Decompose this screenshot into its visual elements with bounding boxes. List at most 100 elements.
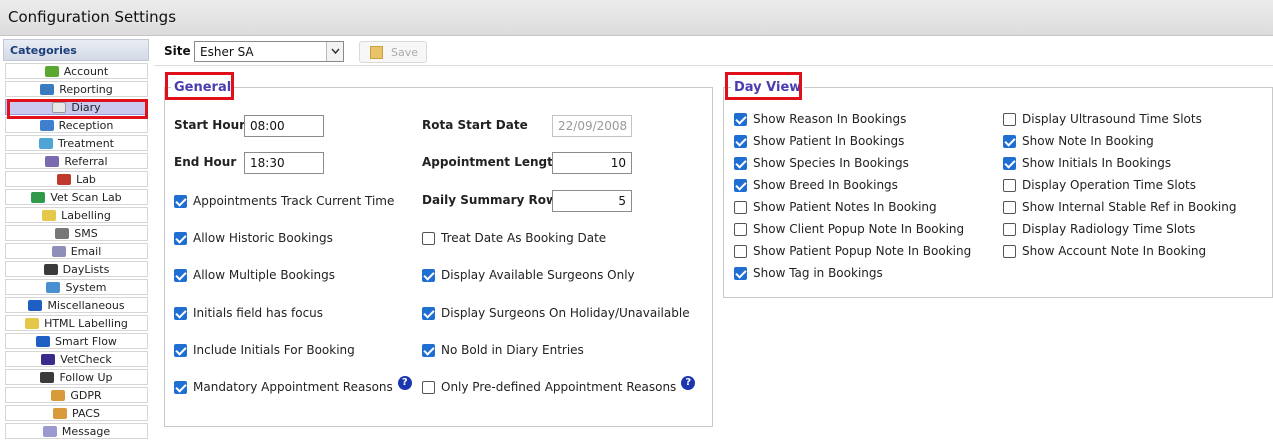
checkbox[interactable] (1003, 222, 1016, 236)
checkbox[interactable] (1003, 134, 1016, 148)
pacs-icon (53, 407, 68, 419)
vetscan-icon (31, 191, 46, 203)
category-item[interactable]: Labelling (5, 207, 148, 223)
category-item[interactable]: Account (5, 63, 148, 79)
checkbox[interactable] (422, 268, 435, 282)
checkbox-option[interactable]: Show Account Note In Booking (1003, 244, 1206, 258)
checkbox-option[interactable]: Show Breed In Bookings (734, 178, 898, 192)
checkbox-label: Include Initials For Booking (193, 343, 355, 357)
checkbox[interactable] (734, 266, 747, 280)
checkbox[interactable] (174, 194, 187, 208)
category-item[interactable]: PACS (5, 405, 148, 421)
site-select-value: Esher SA (200, 45, 254, 59)
checkbox-option[interactable]: Display Radiology Time Slots (1003, 222, 1195, 236)
checkbox-option[interactable]: Show Internal Stable Ref in Booking (1003, 200, 1236, 214)
category-item[interactable]: GDPR (5, 387, 148, 403)
checkbox[interactable] (1003, 156, 1016, 170)
help-icon[interactable]: ? (681, 376, 696, 390)
start-hour-input[interactable]: 08:00 (244, 115, 324, 137)
checkbox-option[interactable]: Mandatory Appointment Reasons? (174, 376, 412, 394)
category-item[interactable]: SMS (5, 225, 148, 241)
checkbox-option[interactable]: Only Pre-defined Appointment Reasons? (422, 376, 696, 394)
checkbox[interactable] (734, 134, 747, 148)
category-item[interactable]: Miscellaneous (5, 297, 148, 313)
category-label: GDPR (70, 388, 102, 402)
checkbox-label: Show Patient In Bookings (753, 134, 905, 148)
checkbox-option[interactable]: Allow Multiple Bookings (174, 268, 335, 282)
checkbox-label: Treat Date As Booking Date (441, 231, 607, 245)
checkbox[interactable] (174, 343, 187, 357)
category-item[interactable]: VetCheck (5, 351, 148, 367)
site-select[interactable]: Esher SA (194, 41, 344, 62)
category-item[interactable]: Referral (5, 153, 148, 169)
category-item[interactable]: System (5, 279, 148, 295)
category-item[interactable]: Smart Flow (5, 333, 148, 349)
checkbox[interactable] (422, 380, 435, 394)
checkbox-option[interactable]: Show Note In Booking (1003, 134, 1154, 148)
checkbox-option[interactable]: Show Initials In Bookings (1003, 156, 1171, 170)
checkbox-option[interactable]: Show Patient Popup Note In Booking (734, 244, 971, 258)
checkbox-option[interactable]: Include Initials For Booking (174, 343, 355, 357)
daily-summary-row-input[interactable]: 5 (552, 190, 632, 212)
checkbox-option[interactable]: Show Reason In Bookings (734, 112, 906, 126)
checkbox[interactable] (1003, 200, 1016, 214)
checkbox-option[interactable]: Show Tag in Bookings (734, 266, 883, 280)
system-icon (46, 281, 61, 293)
checkbox-label: Allow Historic Bookings (193, 231, 333, 245)
save-button[interactable]: Save (359, 41, 427, 63)
checkbox-option[interactable]: Treat Date As Booking Date (422, 231, 606, 245)
checkbox[interactable] (734, 156, 747, 170)
appointment-length-input[interactable]: 10 (552, 152, 632, 174)
checkbox-option[interactable]: Show Species In Bookings (734, 156, 909, 170)
checkbox-option[interactable]: Appointments Track Current Time (174, 194, 394, 208)
category-label: DayLists (62, 262, 110, 276)
checkbox[interactable] (1003, 244, 1016, 258)
category-item[interactable]: Treatment (5, 135, 148, 151)
checkbox-option[interactable]: Display Ultrasound Time Slots (1003, 112, 1202, 126)
checkbox-option[interactable]: Initials field has focus (174, 306, 323, 320)
checkbox-option[interactable]: Display Available Surgeons Only (422, 268, 635, 282)
checkbox[interactable] (422, 306, 435, 320)
end-hour-input[interactable]: 18:30 (244, 152, 324, 174)
checkbox-option[interactable]: Show Patient Notes In Booking (734, 200, 937, 214)
checkbox[interactable] (174, 306, 187, 320)
checkbox[interactable] (734, 244, 747, 258)
category-item[interactable]: Reception (5, 117, 148, 133)
help-icon[interactable]: ? (397, 376, 412, 390)
checkbox[interactable] (174, 268, 187, 282)
category-item[interactable]: Lab (5, 171, 148, 187)
checkbox-option[interactable]: No Bold in Diary Entries (422, 343, 584, 357)
category-item[interactable]: DayLists (5, 261, 148, 277)
checkbox[interactable] (1003, 178, 1016, 192)
category-label: Labelling (61, 208, 111, 222)
daily-summary-row-label: Daily Summary Row (422, 193, 558, 207)
checkbox[interactable] (734, 200, 747, 214)
category-item[interactable]: Reporting (5, 81, 148, 97)
checkbox[interactable] (1003, 112, 1016, 126)
category-item[interactable]: Follow Up (5, 369, 148, 385)
checkbox[interactable] (422, 231, 435, 245)
chevron-down-icon[interactable] (326, 42, 343, 61)
checkbox-option[interactable]: Allow Historic Bookings (174, 231, 333, 245)
checkbox[interactable] (174, 380, 187, 394)
checkbox-option[interactable]: Display Operation Time Slots (1003, 178, 1196, 192)
checkbox[interactable] (422, 343, 435, 357)
category-item[interactable]: Email (5, 243, 148, 259)
rota-start-date-label: Rota Start Date (422, 118, 528, 132)
checkbox-option[interactable]: Show Client Popup Note In Booking (734, 222, 964, 236)
checkbox[interactable] (734, 178, 747, 192)
checkbox[interactable] (174, 231, 187, 245)
start-hour-label: Start Hour (174, 118, 246, 132)
checkbox[interactable] (734, 222, 747, 236)
checkbox-label: Only Pre-defined Appointment Reasons (441, 380, 677, 394)
category-item[interactable]: HTML Labelling (5, 315, 148, 331)
category-item[interactable]: Vet Scan Lab (5, 189, 148, 205)
checkbox-option[interactable]: Show Patient In Bookings (734, 134, 904, 148)
diary-highlight (7, 99, 148, 119)
gdpr-icon (51, 389, 66, 401)
vetcheck-icon (41, 353, 56, 365)
checkbox-option[interactable]: Display Surgeons On Holiday/Unavailable (422, 306, 690, 320)
category-item[interactable]: Message (5, 423, 148, 439)
checkbox[interactable] (734, 112, 747, 126)
checkbox-label: Show Patient Notes In Booking (753, 200, 937, 214)
